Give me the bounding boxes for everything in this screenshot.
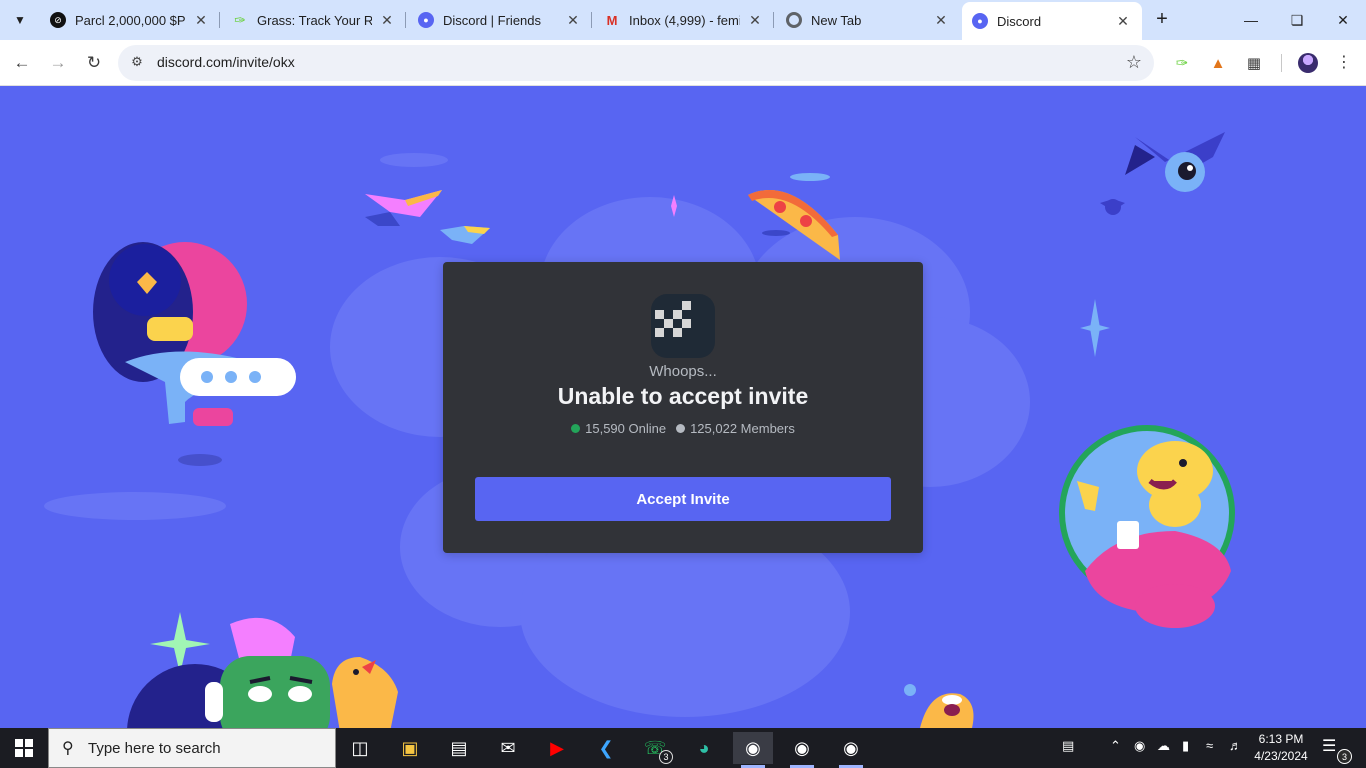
gmail-icon: M xyxy=(606,12,618,28)
youtube-icon[interactable]: ▶ xyxy=(537,732,577,764)
chrome-icon[interactable]: ◉ xyxy=(733,732,773,768)
tab-new-tab[interactable]: New Tab ✕ xyxy=(776,0,960,40)
person-on-chair-illustration xyxy=(93,242,296,466)
notification-count: 3 xyxy=(1337,749,1352,764)
address-bar[interactable]: ⚙ discord.com/invite/okx ☆ xyxy=(118,45,1154,81)
online-count: 15,590 Online xyxy=(585,421,667,436)
laughing-character-illustration xyxy=(1059,425,1235,628)
bookmark-star-icon[interactable]: ☆ xyxy=(1126,52,1142,73)
menu-kebab-icon[interactable]: ⋮ xyxy=(1336,52,1352,72)
background-cloud xyxy=(44,492,226,520)
window-close-icon[interactable]: ✕ xyxy=(1320,0,1366,40)
invite-subtitle: Whoops... xyxy=(649,363,717,380)
server-avatar-icon xyxy=(651,294,715,358)
show-hidden-icons-chevron-icon[interactable]: ⌃ xyxy=(1110,738,1121,754)
chrome-profile-p-icon[interactable]: ◉ xyxy=(831,732,871,768)
green-character-illustration xyxy=(127,612,398,728)
microsoft-store-icon[interactable]: ▤ xyxy=(439,732,479,764)
pizza-slice-illustration xyxy=(748,173,840,260)
onedrive-cloud-icon[interactable]: ☁ xyxy=(1157,738,1170,754)
news-widget-icon[interactable]: ▤ xyxy=(1062,738,1074,754)
edge-icon[interactable]: ◕ xyxy=(684,732,724,764)
system-clock[interactable]: 6:13 PM 4/23/2024 xyxy=(1250,731,1312,765)
background-cloud xyxy=(380,153,448,167)
discord-icon: ● xyxy=(972,13,988,29)
close-icon[interactable]: ✕ xyxy=(564,12,582,29)
volume-icon[interactable]: ♬ xyxy=(1229,738,1242,753)
close-icon[interactable]: ✕ xyxy=(1114,13,1132,30)
invite-title: Unable to accept invite xyxy=(557,383,809,409)
parcl-icon: ⊘ xyxy=(50,12,66,28)
tab-title: New Tab xyxy=(811,12,862,28)
puzzle-extensions-icon[interactable]: ▦ xyxy=(1243,52,1265,74)
site-info-icon[interactable]: ⚙ xyxy=(128,54,146,72)
battery-icon[interactable]: ▮ xyxy=(1182,738,1189,754)
whatsapp-icon[interactable]: ☏ 3 xyxy=(635,732,675,764)
close-icon[interactable]: ✕ xyxy=(932,12,950,29)
bat-creature-illustration xyxy=(1100,132,1225,215)
tab-search-chevron-icon[interactable]: ▼ xyxy=(8,8,32,32)
chrome-profile-a-icon[interactable]: ◉ xyxy=(782,732,822,768)
notification-center-icon[interactable]: ☰ 3 xyxy=(1322,736,1352,764)
sparkle-icon xyxy=(671,195,677,217)
vscode-icon[interactable]: ❮ xyxy=(586,732,626,764)
url-text[interactable]: discord.com/invite/okx xyxy=(157,54,295,70)
tab-strip: ▼ ⊘ Parcl 2,000,000 $PRCL ✕ ✑ Grass: Tra… xyxy=(0,0,1366,40)
tab-parcl[interactable]: ⊘ Parcl 2,000,000 $PRCL ✕ xyxy=(40,0,220,40)
search-icon: ⚲ xyxy=(62,740,74,757)
whatsapp-badge: 3 xyxy=(659,750,673,764)
tab-title: Grass: Track Your Rewards xyxy=(257,12,372,28)
orange-creature-illustration xyxy=(904,684,974,728)
wifi-icon[interactable]: ≈ xyxy=(1206,738,1213,753)
minimize-icon[interactable]: — xyxy=(1228,0,1274,40)
close-icon[interactable]: ✕ xyxy=(192,12,210,29)
file-explorer-icon[interactable]: ▣ xyxy=(390,732,430,764)
mail-icon[interactable]: ✉ xyxy=(488,732,528,764)
tab-discord[interactable]: ● Discord ✕ xyxy=(962,2,1142,40)
chrome-icon xyxy=(786,12,802,28)
discord-icon: ● xyxy=(418,12,434,28)
browser-toolbar: ← → ↻ ⚙ discord.com/invite/okx ☆ ✑ ▲ ▦ ⋮ xyxy=(0,40,1366,86)
forward-arrow-icon[interactable]: → xyxy=(44,49,72,77)
windows-taskbar: ⚲ Type here to search ◫ ▣ ▤ ✉ ▶ ❮ ☏ 3 ◕ ◉… xyxy=(0,728,1366,768)
camera-icon[interactable]: ◉ xyxy=(1134,738,1145,754)
online-dot-icon xyxy=(571,424,581,433)
tab-gmail-inbox[interactable]: M Inbox (4,999) - femil ✕ xyxy=(594,0,774,40)
search-placeholder: Type here to search xyxy=(88,739,221,757)
members-dot-icon xyxy=(676,424,686,433)
tab-title: Discord xyxy=(997,13,1042,29)
tab-title: Inbox (4,999) - femil xyxy=(629,12,740,28)
taskbar-search-box[interactable]: ⚲ Type here to search xyxy=(48,728,336,768)
tab-discord-friends[interactable]: ● Discord | Friends ✕ xyxy=(408,0,592,40)
grass-icon: ✑ xyxy=(234,11,246,28)
restore-icon[interactable]: ❏ xyxy=(1274,0,1320,40)
metamask-fox-icon[interactable]: ▲ xyxy=(1207,52,1229,74)
new-tab-button[interactable]: + xyxy=(1150,8,1174,32)
back-arrow-icon[interactable]: ← xyxy=(8,49,36,77)
online-stat: 15,590 Online xyxy=(571,421,666,436)
accept-invite-button[interactable]: Accept Invite xyxy=(475,477,891,521)
clock-date: 4/23/2024 xyxy=(1254,749,1308,763)
task-view-icon[interactable]: ◫ xyxy=(340,732,380,764)
tab-title: Parcl 2,000,000 $PRCL xyxy=(75,12,186,28)
tab-grass[interactable]: ✑ Grass: Track Your Rewards ✕ xyxy=(222,0,406,40)
close-icon[interactable]: ✕ xyxy=(746,12,764,29)
server-stats: 15,590 Online 125,022 Members xyxy=(443,421,923,436)
clock-time: 6:13 PM xyxy=(1258,732,1304,746)
discord-invite-page: Whoops... Unable to accept invite 15,590… xyxy=(0,87,1366,728)
grass-extension-icon[interactable]: ✑ xyxy=(1171,52,1193,74)
invite-card: Whoops... Unable to accept invite 15,590… xyxy=(443,262,923,553)
tab-title: Discord | Friends xyxy=(443,12,542,28)
flying-books-illustration xyxy=(365,190,490,244)
members-stat: 125,022 Members xyxy=(676,421,795,436)
close-icon[interactable]: ✕ xyxy=(378,12,396,29)
member-count: 125,022 Members xyxy=(690,421,795,436)
reload-icon[interactable]: ↻ xyxy=(80,49,108,77)
sparkle-icon xyxy=(1080,299,1110,357)
profile-avatar[interactable] xyxy=(1298,53,1318,73)
windows-start-icon[interactable] xyxy=(0,728,48,768)
